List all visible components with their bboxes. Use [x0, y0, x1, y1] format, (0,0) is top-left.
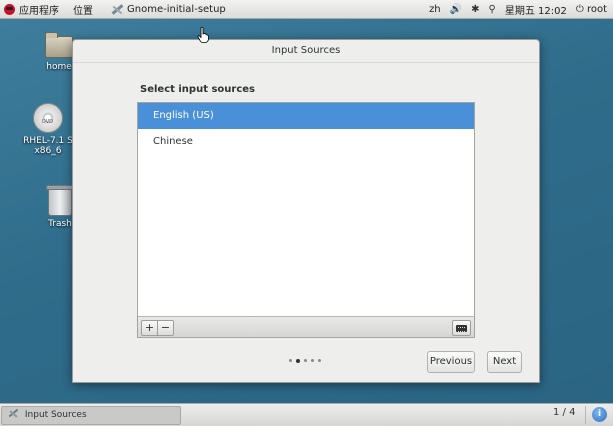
- applications-menu-label: 应用程序: [19, 5, 59, 17]
- next-button[interactable]: Next: [487, 351, 522, 373]
- previous-button[interactable]: Previous: [427, 351, 475, 373]
- add-input-source-button[interactable]: +: [141, 320, 158, 336]
- taskbar-item-input-sources[interactable]: Input Sources: [1, 406, 181, 425]
- places-menu-label: 位置: [73, 5, 93, 17]
- page-dot: [289, 359, 292, 362]
- redhat-logo-icon: [4, 3, 15, 15]
- workspace-switcher[interactable]: 1 / 4: [553, 407, 575, 418]
- page-dot: [311, 359, 314, 362]
- list-toolbar: + −: [138, 316, 474, 337]
- top-panel: 应用程序 位置 Gnome-initial-setup zh 🔊 ✱ ⚲ 星期五…: [0, 0, 613, 19]
- hand-pointer-icon: [197, 27, 209, 43]
- user-name: root: [586, 3, 607, 15]
- bluetooth-icon[interactable]: ✱: [471, 4, 479, 15]
- disc-icon: DVD: [33, 103, 63, 133]
- bottom-panel: Input Sources 1 / 4 i: [0, 403, 613, 426]
- page-dot: [304, 359, 307, 362]
- input-source-row-chinese[interactable]: Chinese: [138, 129, 474, 155]
- network-icon[interactable]: ⚲: [489, 4, 496, 15]
- folder-icon: [45, 32, 73, 58]
- setup-tools-icon: [8, 408, 18, 418]
- page-dot-current: [296, 358, 300, 363]
- page-indicator: [289, 358, 321, 363]
- volume-icon[interactable]: 🔊: [450, 4, 462, 15]
- clock[interactable]: 星期五 12:02: [505, 2, 567, 17]
- panel-divider: [585, 406, 586, 424]
- keyboard-icon: [456, 325, 467, 332]
- setup-tools-icon: [111, 3, 123, 15]
- input-sources-list: English (US) Chinese + −: [137, 102, 475, 338]
- desktop-icon-label-line2: x86_6: [34, 146, 62, 156]
- power-icon: ⏻: [575, 3, 584, 15]
- input-sources-dialog: Input Sources Select input sources Engli…: [72, 39, 540, 383]
- input-source-row-english-us[interactable]: English (US): [138, 103, 474, 129]
- message-tray-info-icon[interactable]: i: [592, 407, 607, 422]
- trash-icon: [46, 185, 74, 216]
- user-menu[interactable]: ⏻ root: [576, 4, 607, 15]
- applications-menu[interactable]: 应用程序: [0, 0, 59, 18]
- taskbar-item-label: Input Sources: [24, 410, 87, 420]
- places-menu[interactable]: 位置: [73, 0, 93, 18]
- desktop-icon-label: RHEL-7.1 S: [23, 136, 73, 146]
- title-divider: [73, 62, 539, 63]
- remove-input-source-button[interactable]: −: [157, 320, 174, 336]
- dialog-title: Input Sources: [271, 45, 341, 56]
- page-dot: [318, 359, 321, 362]
- active-app-menu[interactable]: Gnome-initial-setup: [103, 0, 226, 18]
- section-label: Select input sources: [140, 84, 256, 95]
- active-app-label: Gnome-initial-setup: [127, 3, 226, 15]
- desktop-icon-rhel-disc[interactable]: DVD RHEL-7.1 S x86_6: [18, 103, 78, 156]
- show-keyboard-layout-button[interactable]: [452, 320, 471, 336]
- input-method-indicator[interactable]: zh: [429, 4, 441, 15]
